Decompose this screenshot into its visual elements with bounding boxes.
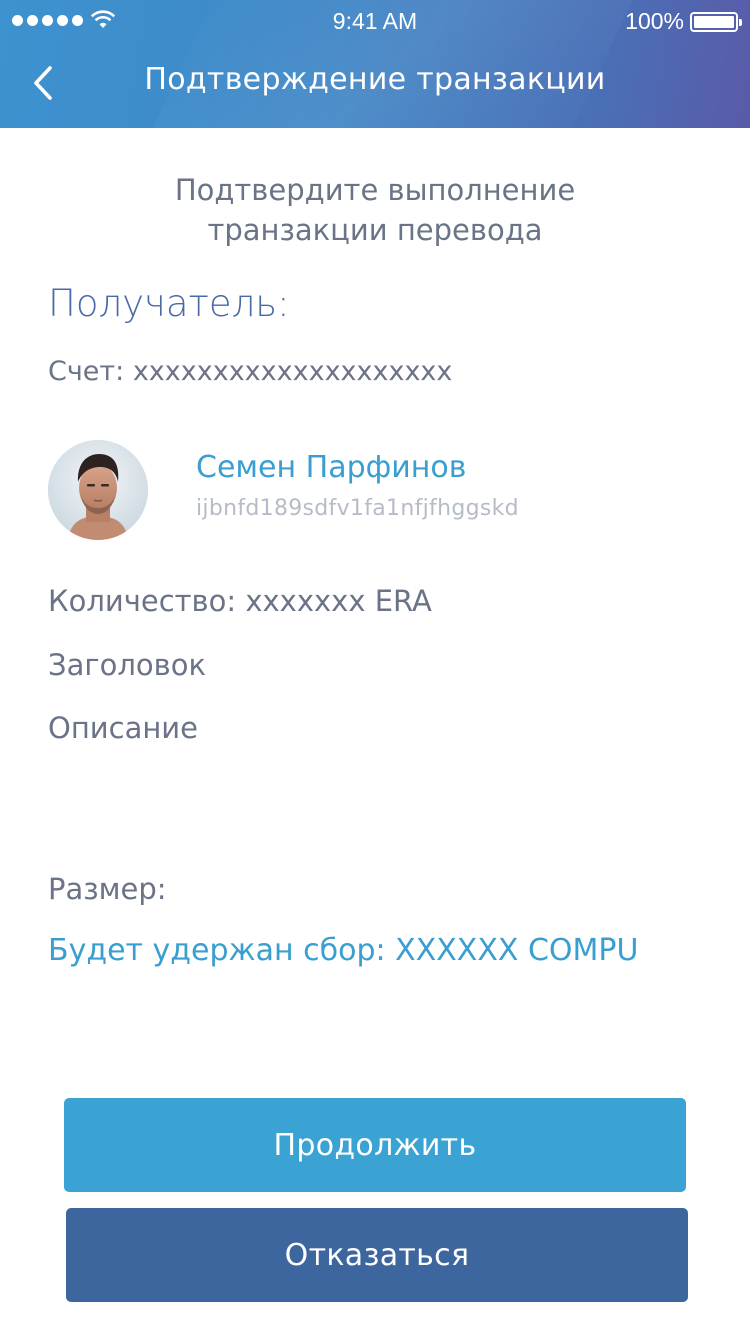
recipient-address: ijbnfd189sdfv1fa1nfjfhggskd [196,496,519,521]
confirmation-prompt: Подтвердите выполнение транзакции перево… [174,173,576,247]
amount-field: Количество: xxxxxxx ERA [48,584,432,618]
decline-button[interactable]: Отказаться [66,1208,688,1302]
continue-button[interactable]: Продолжить [64,1098,686,1192]
battery-icon [690,12,742,32]
description-field: Описание [48,711,198,745]
avatar-photo [48,440,148,540]
fee-notice: Будет удержан сбор: XXXXXX COMPU [48,933,639,968]
size-field: Размер: [48,872,167,906]
recipient-name: Семен Парфинов [196,450,467,485]
avatar [48,440,148,540]
header-field: Заголовок [48,648,206,682]
battery-percentage: 100% [625,8,684,34]
status-bar: 9:41 AM 100% [0,0,750,42]
page-title: Подтверждение транзакции [144,62,606,97]
recipient-heading: Получатель: [48,282,290,325]
account-number: Счет: xxxxxxxxxxxxxxxxxxxx [48,356,453,387]
navigation-header: 9:41 AM 100% Подтверждение транзакции [0,0,750,128]
